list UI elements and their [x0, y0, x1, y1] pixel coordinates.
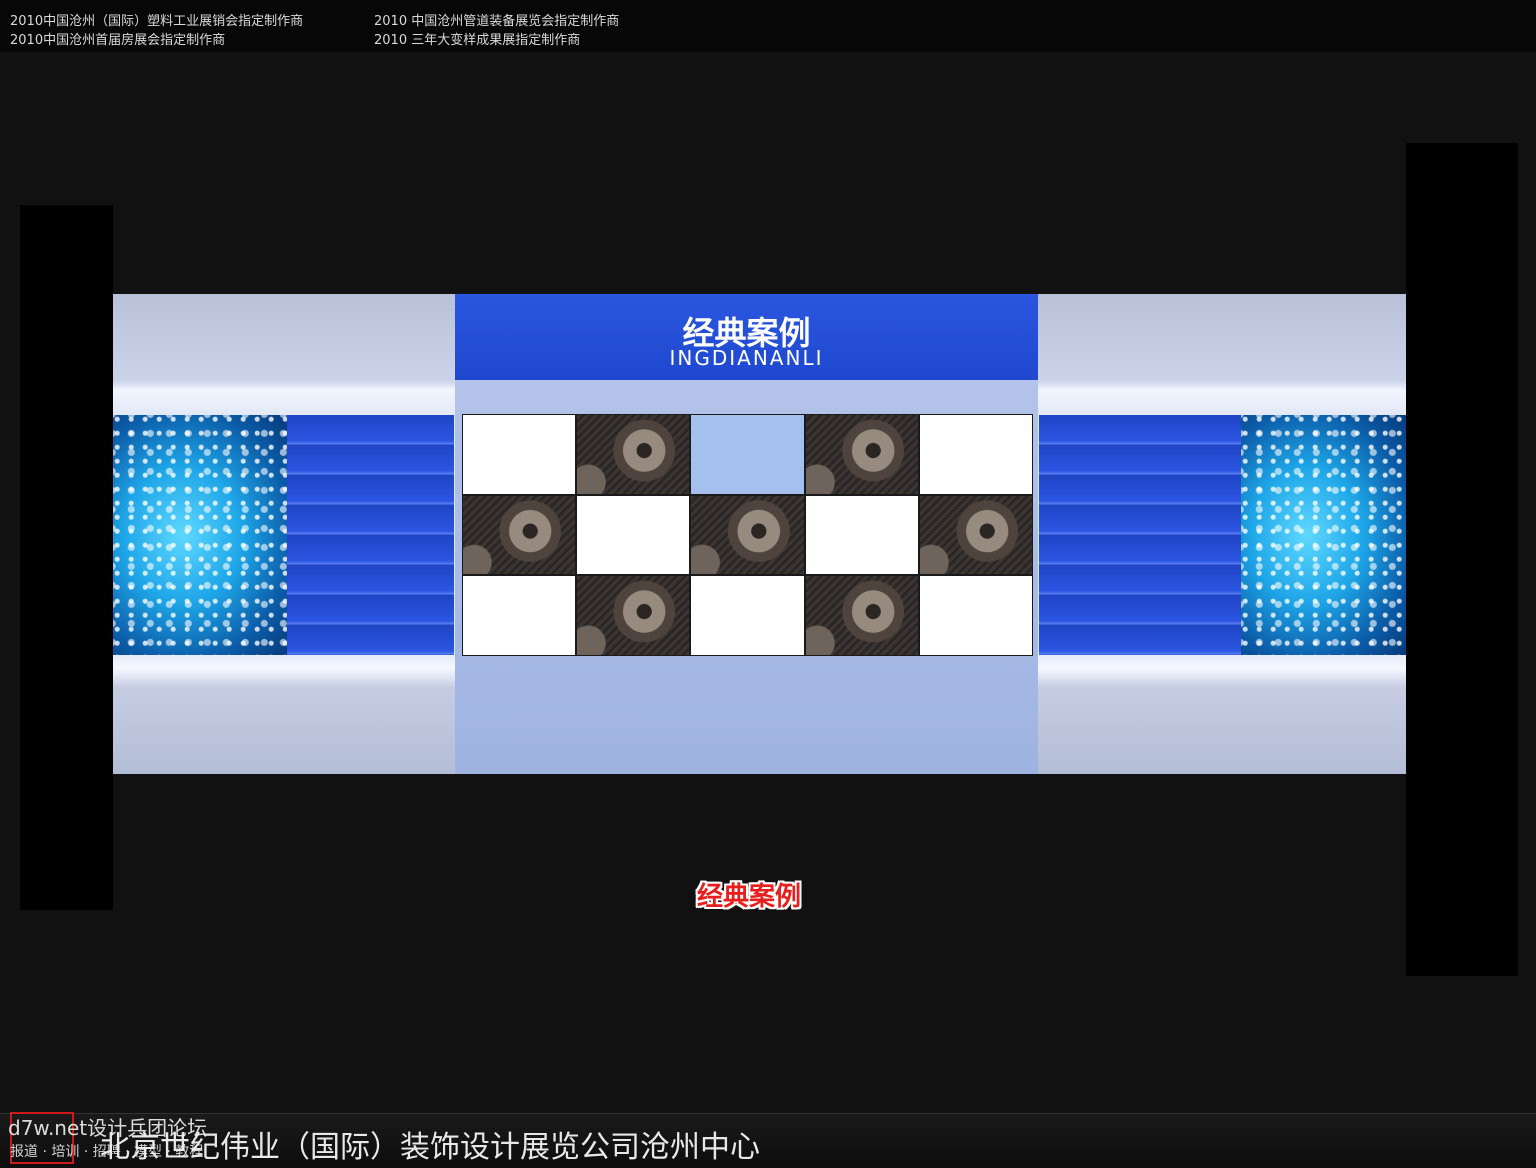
- forum-watermark-tags: 报道 · 培训 · 招聘 · 模型 · 教程: [10, 1144, 204, 1160]
- gear-image-tile: [919, 495, 1032, 575]
- left-blue-louver: [287, 415, 454, 655]
- white-tile: [919, 415, 1032, 494]
- gear-image-tile: [577, 576, 690, 655]
- credit-line-1-left: 2010中国沧州（国际）塑料工业展销会指定制作商: [10, 14, 304, 29]
- left-water-gear-image: [113, 415, 287, 655]
- white-tile: [919, 576, 1032, 655]
- white-tile: [463, 576, 576, 655]
- white-tile: [577, 495, 690, 575]
- caption-label: 经典案例: [697, 882, 802, 912]
- forum-watermark: d7w.net设计兵团论坛: [8, 1116, 208, 1140]
- booth-header: 经典案例 INGDIANANLI: [455, 294, 1038, 380]
- gear-image-tile: [805, 415, 918, 494]
- credit-line-2-right: 2010 三年大变样成果展指定制作商: [374, 33, 581, 48]
- credit-line-1-right: 2010 中国沧州管道装备展览会指定制作商: [374, 14, 620, 29]
- left-black-panel: [20, 205, 113, 910]
- credit-line-2-left: 2010中国沧州首届房展会指定制作商: [10, 33, 226, 48]
- right-black-panel: [1406, 143, 1518, 976]
- gear-image-tile: [463, 495, 576, 575]
- white-tile: [691, 576, 804, 655]
- right-blue-louver: [1039, 415, 1241, 655]
- gear-image-tile: [691, 495, 804, 575]
- gear-image-tile: [577, 415, 690, 494]
- white-tile: [805, 495, 918, 575]
- right-water-gear-image: [1241, 415, 1406, 655]
- white-tile: [463, 415, 576, 494]
- case-grid: [462, 414, 1033, 656]
- booth-subtitle: INGDIANANLI: [669, 346, 824, 370]
- footer-bar: 北京世纪伟业（国际）装饰设计展览公司沧州中心: [0, 1113, 1536, 1168]
- gear-image-tile: [805, 576, 918, 655]
- blank-blue-tile: [691, 415, 804, 494]
